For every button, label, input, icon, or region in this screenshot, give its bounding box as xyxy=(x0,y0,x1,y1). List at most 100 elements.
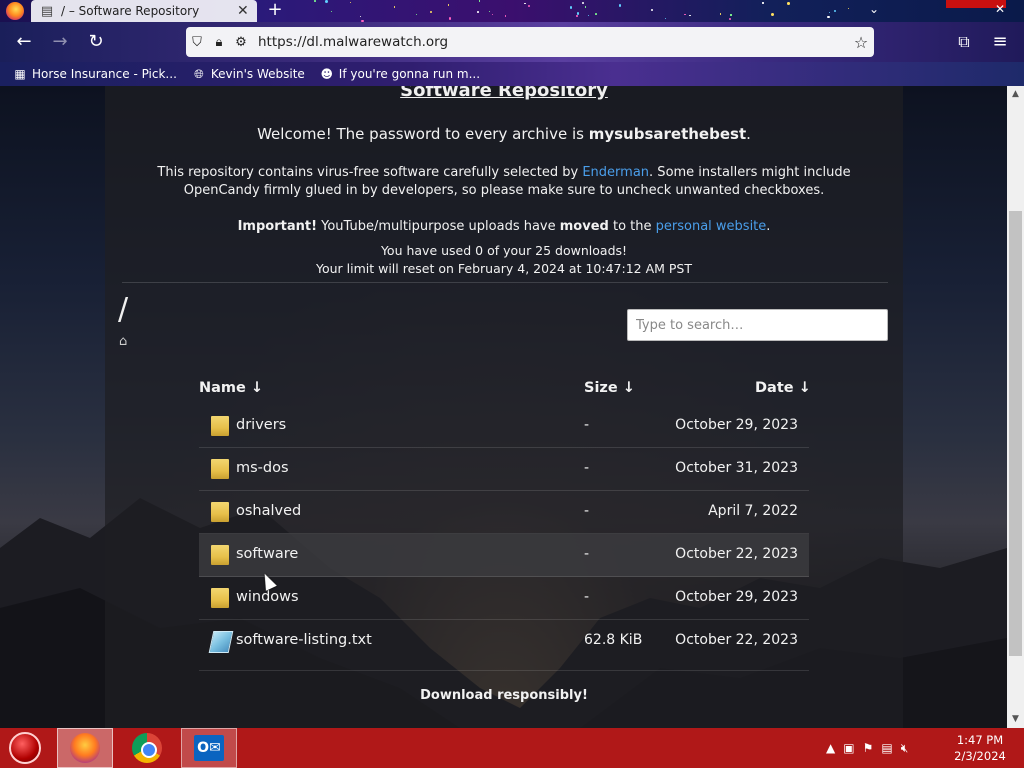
file-name[interactable]: software xyxy=(236,546,298,562)
firework-spark xyxy=(848,8,849,9)
firework-spark xyxy=(665,18,666,19)
file-name[interactable]: oshalved xyxy=(236,503,301,519)
column-header-date[interactable]: Date ↓ xyxy=(755,380,811,396)
table-row[interactable]: windows - October 29, 2023 xyxy=(199,576,809,620)
bookmark-item[interactable]: 🌐︎ Kevin's Website xyxy=(191,66,305,82)
folder-icon xyxy=(211,502,229,522)
bookmark-label: Horse Insurance - Pick... xyxy=(32,67,177,81)
bookmark-label: If you're gonna run m... xyxy=(339,67,480,81)
footer-text: Download responsibly! xyxy=(105,688,903,703)
firework-spark xyxy=(394,6,396,8)
file-name[interactable]: ms-dos xyxy=(236,460,289,476)
list-all-tabs-icon[interactable]: ⌄ xyxy=(864,0,884,18)
firework-spark xyxy=(834,10,836,12)
column-header-size[interactable]: Size ↓ xyxy=(584,380,635,396)
firework-spark xyxy=(771,13,774,16)
start-button[interactable] xyxy=(0,728,50,768)
table-row[interactable]: software - October 22, 2023 xyxy=(199,533,809,577)
tracking-shield-icon[interactable]: ⛉ xyxy=(186,35,208,50)
file-date: October 22, 2023 xyxy=(675,632,798,648)
column-header-name[interactable]: Name ↓ xyxy=(199,380,263,396)
divider xyxy=(122,282,888,283)
taskbar-firefox[interactable] xyxy=(57,728,113,768)
show-hidden-icons-icon[interactable]: ▲ xyxy=(826,741,835,755)
chrome-icon xyxy=(132,733,162,763)
navigation-toolbar: ← → ↻ ⛉ 🔒︎ ⚙ https://dl.malwarewatch.org… xyxy=(0,22,1024,62)
firework-spark xyxy=(595,13,597,15)
system-clock[interactable]: 1:47 PM 2/3/2024 xyxy=(950,732,1010,764)
lock-icon[interactable]: 🔒︎ xyxy=(208,35,230,50)
firework-spark xyxy=(477,11,479,13)
folder-icon xyxy=(211,545,229,565)
firework-spark xyxy=(729,18,731,20)
file-date: April 7, 2022 xyxy=(708,503,798,519)
page-scrollbar[interactable]: ▲ ▼ xyxy=(1007,86,1024,728)
firework-spark xyxy=(619,4,621,6)
bookmark-item[interactable]: ▦ Horse Insurance - Pick... xyxy=(12,66,177,82)
volume-muted-icon[interactable]: 🔇︎ xyxy=(901,741,909,756)
divider xyxy=(199,670,809,671)
firework-spark xyxy=(787,2,790,5)
table-row[interactable]: software-listing.txt 62.8 KiB October 22… xyxy=(199,619,809,662)
taskbar: O✉ ▲ ▣ ⚑ ▤ 🔇︎ 1:47 PM 2/3/2024 xyxy=(0,728,1024,768)
search-input[interactable] xyxy=(627,309,888,341)
network-icon[interactable]: ▤ xyxy=(881,741,892,755)
outlook-tray-icon[interactable]: ▣ xyxy=(843,741,854,755)
hamburger-menu-icon[interactable]: ≡ xyxy=(988,30,1012,54)
table-row[interactable]: drivers - October 29, 2023 xyxy=(199,404,809,448)
clock-date: 2/3/2024 xyxy=(950,748,1010,764)
download-usage: You have used 0 of your 25 downloads! Yo… xyxy=(105,242,903,278)
firework-spark xyxy=(720,13,722,15)
firework-spark xyxy=(360,16,361,17)
scrollbar-thumb[interactable] xyxy=(1009,211,1022,656)
tab-active[interactable]: ▤ / – Software Repository ✕ xyxy=(31,0,257,22)
firework-spark xyxy=(689,15,690,16)
bookmarks-toolbar: ▦ Horse Insurance - Pick... 🌐︎ Kevin's W… xyxy=(0,62,1024,86)
address-bar[interactable]: ⛉ 🔒︎ ⚙ https://dl.malwarewatch.org ☆ xyxy=(186,27,874,57)
taskbar-outlook[interactable]: O✉ xyxy=(181,728,237,768)
firework-spark xyxy=(350,2,351,3)
firework-spark xyxy=(730,14,731,15)
table-row[interactable]: oshalved - April 7, 2022 xyxy=(199,490,809,534)
new-tab-button[interactable]: + xyxy=(266,0,284,22)
close-tab-icon[interactable]: ✕ xyxy=(237,3,249,19)
firework-spark xyxy=(762,2,763,3)
firework-spark xyxy=(524,3,525,4)
file-name[interactable]: software-listing.txt xyxy=(236,632,372,648)
firefox-menu-icon[interactable] xyxy=(6,2,24,20)
enderman-link[interactable]: Enderman xyxy=(582,165,649,180)
scroll-up-icon[interactable]: ▲ xyxy=(1007,86,1024,103)
file-size: - xyxy=(584,589,589,605)
file-name[interactable]: windows xyxy=(236,589,299,605)
firework-spark xyxy=(651,9,653,11)
extensions-icon[interactable]: ⧉ xyxy=(952,30,976,54)
permissions-icon[interactable]: ⚙ xyxy=(230,35,252,50)
url-text[interactable]: https://dl.malwarewatch.org xyxy=(258,34,848,50)
taskbar-chrome[interactable] xyxy=(121,728,173,768)
bookmark-item[interactable]: ☻ If you're gonna run m... xyxy=(319,66,480,82)
file-size: - xyxy=(584,460,589,476)
page-favicon-icon: ☻ xyxy=(319,66,335,82)
action-center-flag-icon[interactable]: ⚑ xyxy=(863,741,874,755)
personal-website-link[interactable]: personal website xyxy=(656,219,767,234)
table-row[interactable]: ms-dos - October 31, 2023 xyxy=(199,447,809,491)
home-icon[interactable]: ⌂ xyxy=(119,334,127,349)
globe-icon: 🌐︎ xyxy=(191,66,207,82)
bookmark-star-icon[interactable]: ☆ xyxy=(848,33,874,52)
breadcrumb-path: / xyxy=(118,292,128,327)
file-date: October 31, 2023 xyxy=(675,460,798,476)
firework-spark xyxy=(449,17,452,20)
file-name[interactable]: drivers xyxy=(236,417,286,433)
window-close-icon[interactable]: ✕ xyxy=(990,0,1010,18)
scroll-down-icon[interactable]: ▼ xyxy=(1007,711,1024,728)
back-icon[interactable]: ← xyxy=(12,30,36,54)
page-content: Software Repository Welcome! The passwor… xyxy=(0,86,1007,728)
firework-spark xyxy=(314,0,316,2)
file-size: - xyxy=(584,503,589,519)
forward-icon[interactable]: → xyxy=(48,30,72,54)
reload-icon[interactable]: ↻ xyxy=(84,30,108,54)
page-title[interactable]: Software Repository xyxy=(105,86,903,101)
file-size: 62.8 KiB xyxy=(584,632,642,648)
horse-favicon-icon: ▦ xyxy=(12,66,28,82)
bookmark-label: Kevin's Website xyxy=(211,67,305,81)
